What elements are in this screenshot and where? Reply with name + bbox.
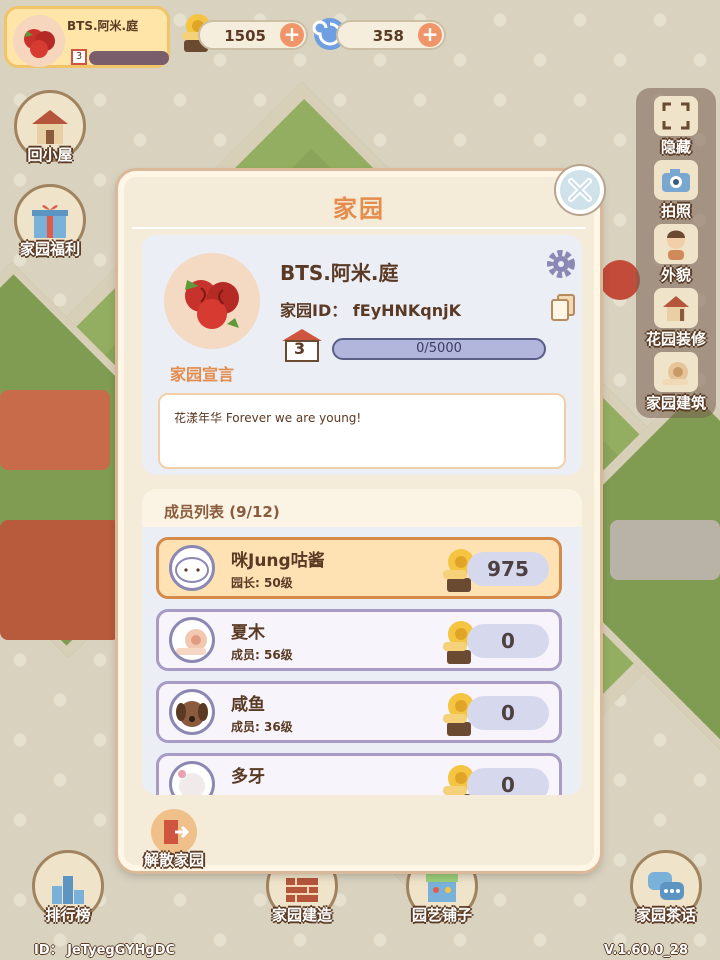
garden-name: BTS.阿米.庭 bbox=[280, 261, 399, 285]
gold-amount: 1505 bbox=[224, 27, 266, 45]
add-gem-button[interactable]: + bbox=[418, 23, 442, 47]
shop-stall-icon bbox=[426, 874, 458, 902]
dialog-title: 家园 bbox=[333, 195, 385, 223]
house-icon bbox=[32, 110, 68, 144]
cottage bbox=[610, 520, 720, 580]
snail-icon bbox=[176, 629, 207, 655]
gem-counter: 358 + bbox=[336, 20, 446, 50]
member-list-header: 成员列表 (9/12) bbox=[142, 489, 582, 527]
copy-icon[interactable] bbox=[550, 293, 576, 321]
player-profile[interactable]: BTS.阿米.庭 3 bbox=[4, 6, 170, 68]
member-role: 园长: 50级 bbox=[231, 576, 293, 590]
player-level: 3 bbox=[71, 49, 87, 65]
character-icon bbox=[178, 770, 205, 795]
hammer-house-icon bbox=[663, 296, 689, 321]
member-avatar bbox=[169, 545, 215, 591]
flowerbed bbox=[0, 390, 110, 470]
member-role: 成员: 36级 bbox=[231, 720, 293, 734]
garden-dialog: 家园 家园宣言 BTS.阿米.庭 家园ID： fEyHNKqnjK 3 0/50… bbox=[118, 171, 600, 871]
close-button[interactable] bbox=[556, 166, 604, 214]
podium-icon bbox=[52, 876, 84, 904]
dog-face-icon bbox=[176, 701, 208, 727]
disband-garden-button[interactable]: 解散家园 bbox=[144, 809, 204, 870]
member-avatar bbox=[169, 689, 215, 735]
garden-declaration-label[interactable]: 家园宣言 bbox=[170, 361, 234, 385]
garden-id: 家园ID： fEyHNKqnjK bbox=[280, 301, 462, 320]
garden-chat-button[interactable]: 家园茶话 bbox=[630, 850, 702, 925]
member-name: 多牙 bbox=[231, 767, 265, 787]
version-text: V.1.60.0_28 bbox=[604, 943, 688, 958]
tree-cluster bbox=[0, 520, 120, 640]
garden-building-button[interactable]: 家园建筑 bbox=[636, 352, 716, 413]
bricks-icon bbox=[286, 878, 318, 902]
garden-info-card: 家园宣言 BTS.阿米.庭 家园ID： fEyHNKqnjK 3 0/5000 … bbox=[142, 235, 582, 475]
member-row[interactable]: 夏木 成员: 56级 0 bbox=[156, 609, 562, 671]
gold-counter: 1505 + bbox=[198, 20, 308, 50]
member-avatar bbox=[169, 617, 215, 663]
fullscreen-icon bbox=[662, 102, 690, 130]
player-avatar bbox=[13, 15, 65, 67]
player-name: BTS.阿米.庭 bbox=[67, 19, 139, 33]
ranking-button[interactable]: 排行榜 bbox=[32, 850, 104, 925]
character-icon bbox=[667, 230, 685, 260]
garden-exp-text: 0/5000 bbox=[416, 341, 462, 356]
member-score: 0 bbox=[467, 696, 549, 730]
garden-motto: 花漾年华 Forever we are young! bbox=[158, 393, 566, 469]
garden-chat-label: 家园茶话 bbox=[635, 906, 696, 924]
hide-ui-button[interactable]: 隐藏 bbox=[636, 96, 716, 157]
member-score: 0 bbox=[467, 768, 549, 795]
title-divider bbox=[132, 227, 586, 229]
exit-door-icon bbox=[164, 820, 189, 844]
member-name: 咸鱼 bbox=[231, 695, 265, 715]
member-avatar bbox=[169, 761, 215, 795]
home-button[interactable]: 回小屋 bbox=[14, 90, 86, 165]
member-list[interactable]: 成员列表 (9/12) 咪Jung咕酱 园长: 50级 975 夏木 成员: 5… bbox=[142, 489, 582, 795]
garden-avatar[interactable] bbox=[164, 253, 260, 349]
garden-decor-button[interactable]: 花园装修 bbox=[636, 288, 716, 349]
right-toolbar: 隐藏 拍照 外貌 花园装修 家园建筑 bbox=[636, 88, 716, 418]
chat-bubbles-icon bbox=[648, 872, 684, 900]
member-name: 夏木 bbox=[231, 623, 265, 643]
disband-label: 解散家园 bbox=[144, 851, 205, 869]
photo-label: 拍照 bbox=[660, 202, 691, 220]
home-label: 回小屋 bbox=[27, 146, 73, 164]
garden-building-label: 家园建筑 bbox=[645, 394, 706, 412]
close-icon bbox=[568, 178, 592, 202]
tree bbox=[600, 260, 640, 300]
cat-face-icon bbox=[175, 557, 209, 583]
garden-shop-label: 园艺铺子 bbox=[411, 906, 472, 924]
rose-icon bbox=[185, 280, 239, 329]
gear-icon[interactable] bbox=[546, 249, 576, 279]
garden-motto-text: 花漾年华 Forever we are young! bbox=[174, 411, 362, 425]
snail-house-icon bbox=[662, 362, 688, 385]
player-id-text: ID： JeTyegGYHgDC bbox=[34, 943, 176, 958]
garden-welfare-label: 家园福利 bbox=[19, 240, 80, 258]
garden-welfare-button[interactable]: 家园福利 bbox=[14, 184, 86, 259]
member-row[interactable]: 咪Jung咕酱 园长: 50级 975 bbox=[156, 537, 562, 599]
member-name: 咪Jung咕酱 bbox=[231, 551, 325, 571]
garden-exp-bar: 0/5000 bbox=[332, 338, 546, 360]
garden-build-label: 家园建造 bbox=[271, 906, 332, 924]
player-exp-bar bbox=[89, 51, 169, 65]
member-score: 975 bbox=[467, 552, 549, 586]
appearance-label: 外貌 bbox=[660, 266, 691, 284]
photo-button[interactable]: 拍照 bbox=[636, 160, 716, 221]
member-score: 0 bbox=[467, 624, 549, 658]
member-role: 成员: 56级 bbox=[231, 648, 293, 662]
appearance-button[interactable]: 外貌 bbox=[636, 224, 716, 285]
hide-label: 隐藏 bbox=[660, 138, 691, 156]
gift-icon bbox=[32, 205, 68, 238]
ranking-label: 排行榜 bbox=[45, 906, 91, 924]
garden-decor-label: 花园装修 bbox=[645, 330, 706, 348]
member-row[interactable]: 多牙 0 bbox=[156, 753, 562, 795]
member-row[interactable]: 咸鱼 成员: 36级 0 bbox=[156, 681, 562, 743]
add-gold-button[interactable]: + bbox=[280, 23, 304, 47]
camera-icon bbox=[662, 169, 690, 192]
gem-amount: 358 bbox=[372, 27, 404, 45]
rose-icon bbox=[24, 29, 55, 58]
garden-level: 3 bbox=[294, 339, 306, 358]
